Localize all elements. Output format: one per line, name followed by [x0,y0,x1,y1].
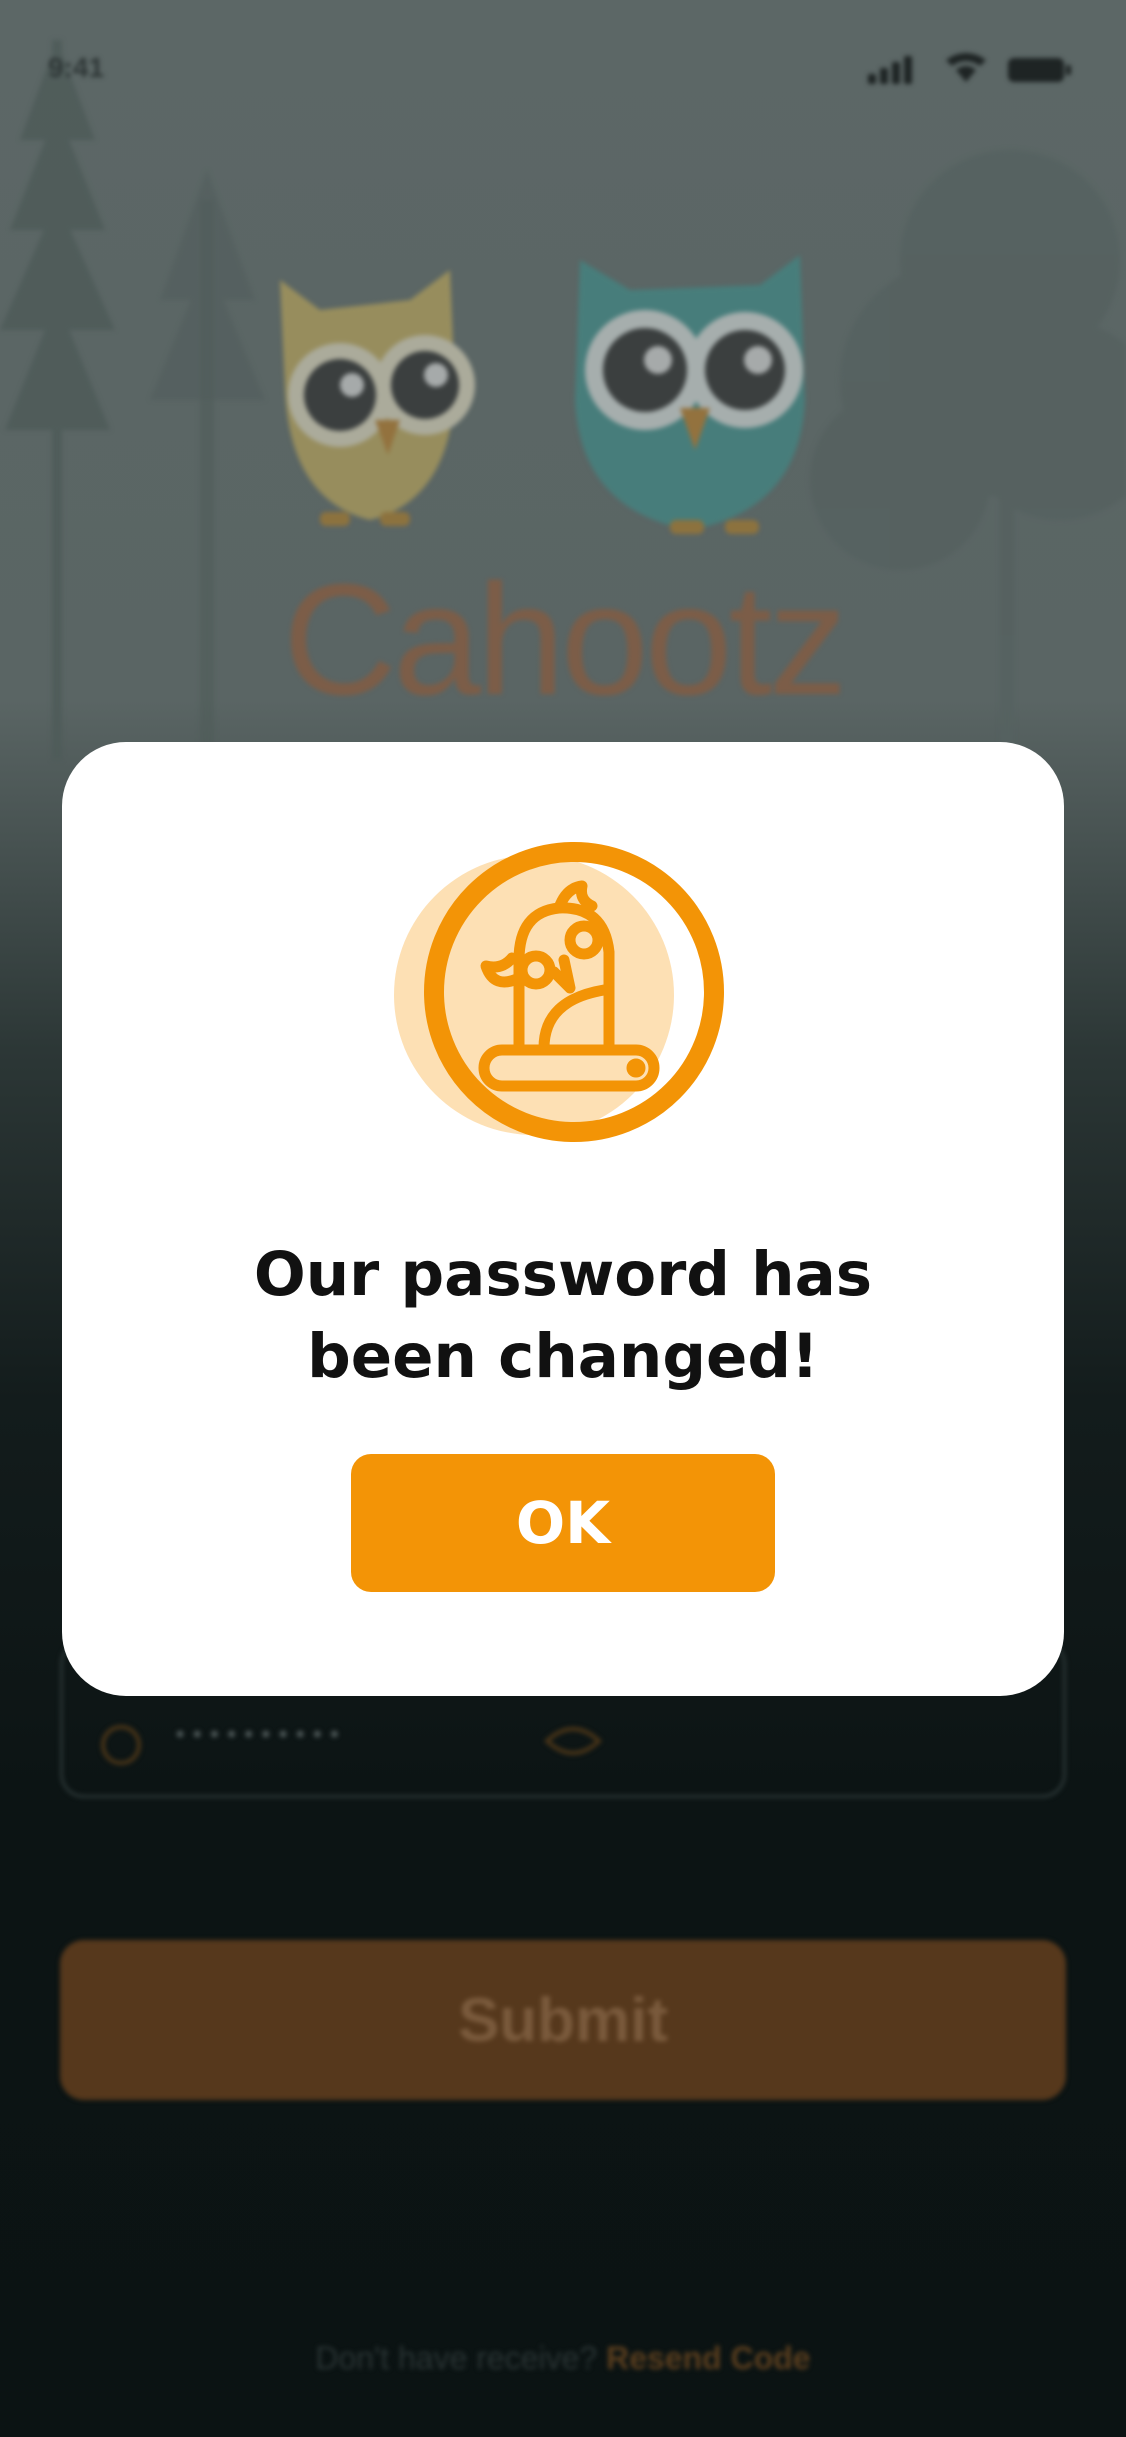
resend-row: Don't have receive? Resend Code [0,2340,1126,2377]
app-logo-text: Cahootz [283,552,848,728]
wifi-icon [946,53,986,82]
yellow-owl [280,270,475,526]
status-bar: 9:41 [0,0,1126,130]
eye-off-icon[interactable] [543,1721,603,1761]
password-value: •••••••••• [173,1721,345,1749]
status-time: 9:41 [48,52,105,83]
teal-owl [575,255,805,534]
status-icons [868,52,1078,90]
owl-on-branch-icon [394,842,724,1142]
resend-code-link[interactable]: Resend Code [606,2340,810,2376]
cellular-signal-icon [868,56,912,84]
ok-button[interactable]: OK [351,1454,775,1592]
owls-illustration [280,255,805,534]
resend-prompt: Don't have receive? [315,2340,607,2376]
app-screen: 9:41 Cahootz •••••••••• Submit Don't hav… [0,0,1126,2437]
success-dialog: Our password has been changed! OK [62,742,1064,1696]
dialog-title: Our password has been changed! [253,1239,873,1392]
lock-icon [101,1725,141,1765]
battery-icon [1008,58,1071,82]
submit-button[interactable]: Submit [60,1940,1066,2100]
